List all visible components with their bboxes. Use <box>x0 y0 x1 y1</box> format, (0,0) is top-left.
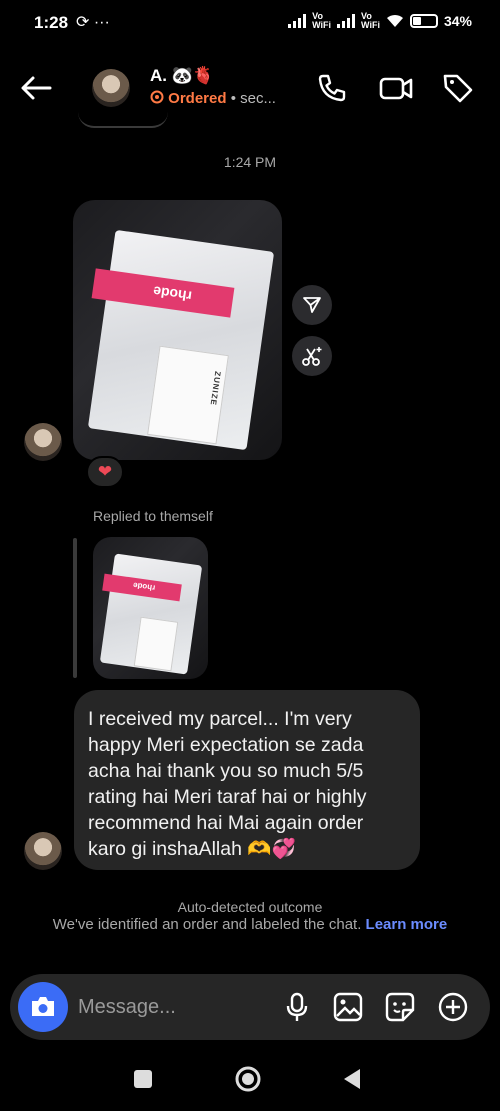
replied-photo[interactable]: rhode <box>93 537 208 679</box>
ai-edit-button[interactable] <box>292 336 332 376</box>
vowifi-label-2: Vo WiFi <box>361 11 380 30</box>
add-icon[interactable] <box>436 990 470 1024</box>
reply-quote-line <box>73 538 77 678</box>
status-right-icons: Vo WiFi Vo WiFi 34% <box>288 12 472 30</box>
gallery-icon[interactable] <box>331 990 365 1024</box>
sender-avatar-2[interactable] <box>24 832 62 870</box>
message-composer <box>10 974 490 1040</box>
ordered-icon <box>150 90 164 104</box>
home-icon[interactable] <box>233 1064 263 1094</box>
chat-header: A. 🐼🫀 Ordered • sec... <box>0 56 500 120</box>
phone-icon[interactable] <box>314 70 350 106</box>
camera-icon <box>32 997 54 1016</box>
auto-detected-body: We've identified an order and labeled th… <box>52 916 366 933</box>
camera-button[interactable] <box>18 982 68 1032</box>
message-input[interactable] <box>78 991 258 1023</box>
label-tag-icon[interactable] <box>440 70 476 106</box>
status-bar: 1:28 ⟳ ··· Vo WiFi Vo WiFi 34% <box>0 0 500 48</box>
microphone-icon[interactable] <box>280 990 314 1024</box>
wifi-icon <box>386 14 403 27</box>
vowifi-label-1: Vo WiFi <box>312 11 332 30</box>
battery-icon <box>409 14 438 28</box>
replied-label: Replied to themself <box>93 508 213 524</box>
message-text: I received my parcel... I'm very happy M… <box>88 708 367 860</box>
recent-apps-icon[interactable] <box>128 1064 158 1094</box>
message-bubble[interactable]: I received my parcel... I'm very happy M… <box>74 690 420 870</box>
product-card-small <box>133 616 179 672</box>
back-nav-icon[interactable] <box>338 1064 368 1094</box>
message-timestamp: 1:24 PM <box>223 154 277 170</box>
battery-percent: 34% <box>443 13 472 29</box>
photo-message[interactable]: rhode ZUNIZE <box>73 200 282 460</box>
subtitle-status: • sec... <box>226 90 276 107</box>
auto-detected-text: We've identified an order and labeled th… <box>50 916 450 934</box>
contact-avatar[interactable] <box>92 69 130 107</box>
video-call-icon[interactable] <box>378 70 414 106</box>
system-nav-bar <box>0 1050 500 1111</box>
heart-reaction[interactable]: ❤ <box>86 456 124 488</box>
auto-detected-title: Auto-detected outcome <box>177 899 323 915</box>
forward-button[interactable] <box>292 285 332 325</box>
scissors-sparkle-icon <box>302 347 322 366</box>
sticker-icon[interactable] <box>383 990 417 1024</box>
ordered-label: Ordered <box>168 90 227 107</box>
signal-icon <box>288 14 307 28</box>
previous-message-edge <box>78 108 168 128</box>
back-arrow-icon[interactable] <box>18 72 54 104</box>
signal-icon-2 <box>337 14 356 28</box>
sender-avatar[interactable] <box>24 423 62 461</box>
heart-icon: ❤ <box>97 462 113 481</box>
status-time: 1:28 <box>34 13 69 32</box>
status-notification-icons: ⟳ ··· <box>76 14 110 31</box>
contact-name[interactable]: A. 🐼🫀 <box>150 66 214 86</box>
contact-subtitle[interactable]: Ordered • sec... <box>150 90 276 107</box>
learn-more-link[interactable]: Learn more <box>366 916 448 933</box>
send-icon <box>303 297 321 313</box>
